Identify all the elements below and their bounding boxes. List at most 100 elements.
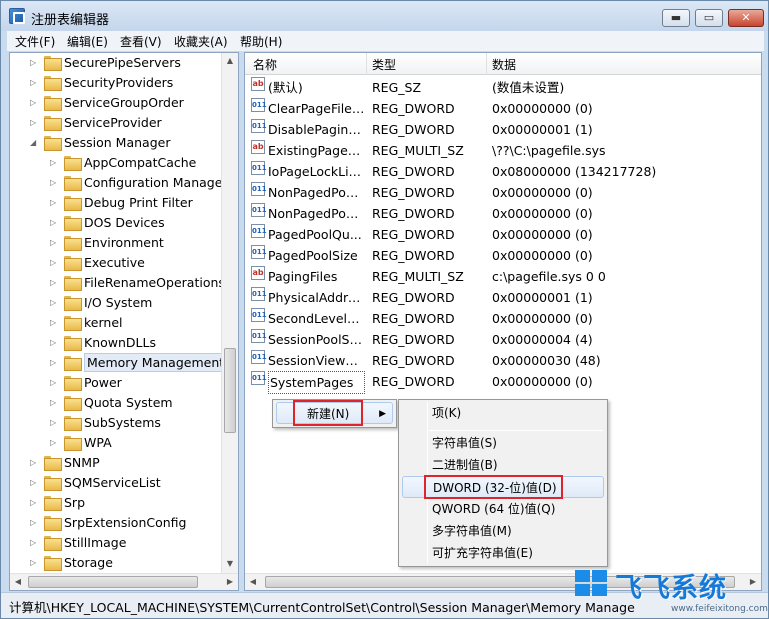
- expand-arrow-icon[interactable]: ▷: [50, 379, 57, 387]
- close-button[interactable]: ✕: [728, 9, 764, 27]
- value-row[interactable]: 011 SecondLevelD... REG_DWORD 0x00000000 (0…: [245, 308, 745, 329]
- tree-node[interactable]: ▷ SNMP: [10, 453, 220, 473]
- tree-node[interactable]: ▷ I/O System: [10, 293, 220, 313]
- expand-arrow-icon[interactable]: ▷: [50, 239, 57, 247]
- expand-arrow-icon[interactable]: ▷: [30, 99, 37, 107]
- expand-arrow-icon[interactable]: ▷: [50, 179, 57, 187]
- menu-item-multi-string-value[interactable]: 多字符串值(M): [402, 520, 604, 542]
- tree-node[interactable]: ▷ ServiceGroupOrder: [10, 93, 220, 113]
- collapse-arrow-icon[interactable]: ◢: [30, 139, 37, 147]
- tree-node[interactable]: ▷ DOS Devices: [10, 213, 220, 233]
- tree-node[interactable]: ▷ Quota System: [10, 393, 220, 413]
- value-row[interactable]: 011 DisablePaging... REG_DWORD 0x00000001 (…: [245, 119, 745, 140]
- tree-node[interactable]: ▷ Environment: [10, 233, 220, 253]
- value-row[interactable]: 011 PagedPoolSize REG_DWORD 0x00000000 (0): [245, 245, 745, 266]
- value-row[interactable]: 011 SessionPoolSize REG_DWORD 0x00000004 (4…: [245, 329, 745, 350]
- expand-arrow-icon[interactable]: ▷: [50, 279, 57, 287]
- value-row[interactable]: 011 NonPagedPoo... REG_DWORD 0x00000000 (0): [245, 203, 745, 224]
- value-name: PagingFiles: [268, 269, 338, 284]
- column-data-header[interactable]: 数据: [492, 56, 516, 73]
- minimize-button[interactable]: ▬: [662, 9, 690, 27]
- tree-node[interactable]: ▷ KnownDLLs: [10, 333, 220, 353]
- menu-item-new[interactable]: 新建(N) ▶: [276, 402, 393, 424]
- menu-item-string-value[interactable]: 字符串值(S): [402, 432, 604, 454]
- tree-node[interactable]: ▷ Executive: [10, 253, 220, 273]
- expand-arrow-icon[interactable]: ▷: [30, 459, 37, 467]
- value-row[interactable]: 011 SystemPages REG_DWORD 0x00000000 (0): [245, 371, 745, 394]
- column-name-header[interactable]: 名称: [253, 56, 277, 73]
- menu-help[interactable]: 帮助(H): [240, 33, 282, 50]
- scroll-down-arrow-icon[interactable]: ▼: [222, 556, 238, 572]
- expand-arrow-icon[interactable]: ▷: [30, 559, 37, 567]
- expand-arrow-icon[interactable]: ▷: [50, 339, 57, 347]
- expand-arrow-icon[interactable]: ▷: [50, 439, 57, 447]
- menu-item-key[interactable]: 项(K): [402, 402, 604, 424]
- tree-node[interactable]: ◢ Session Manager: [10, 133, 220, 153]
- scroll-right-arrow-icon[interactable]: ▶: [222, 574, 238, 590]
- tree-node[interactable]: ▷ Memory Management: [10, 353, 228, 373]
- expand-arrow-icon[interactable]: ▷: [50, 399, 57, 407]
- column-divider[interactable]: [366, 53, 367, 75]
- expand-arrow-icon[interactable]: ▷: [50, 159, 57, 167]
- scroll-left-arrow-icon[interactable]: ◀: [10, 574, 26, 590]
- value-row[interactable]: ab (默认) REG_SZ (数值未设置): [245, 77, 745, 98]
- expand-arrow-icon[interactable]: ▷: [30, 539, 37, 547]
- value-row[interactable]: 011 PagedPoolQu... REG_DWORD 0x00000000 (0): [245, 224, 745, 245]
- tree-node[interactable]: ▷ SubSystems: [10, 413, 220, 433]
- expand-arrow-icon[interactable]: ▷: [30, 79, 37, 87]
- menu-item-expandable-string-value[interactable]: 可扩充字符串值(E): [402, 542, 604, 564]
- scroll-up-arrow-icon[interactable]: ▲: [222, 53, 238, 69]
- tree-vertical-scrollbar[interactable]: ▲ ▼: [221, 53, 238, 573]
- registry-key-tree[interactable]: ▷ SecurePipeServers ▷ SecurityProviders ▷ Ser…: [9, 52, 239, 591]
- tree-node[interactable]: ▷ FileRenameOperations: [10, 273, 225, 293]
- maximize-button[interactable]: ▭: [695, 9, 723, 27]
- value-row[interactable]: 011 PhysicalAddres... REG_DWORD 0x00000001 …: [245, 287, 745, 308]
- tree-node[interactable]: ▷ ServiceProvider: [10, 113, 220, 133]
- tree-node[interactable]: ▷ Storage: [10, 553, 220, 573]
- tree-node[interactable]: ▷ Debug Print Filter: [10, 193, 220, 213]
- tree-scroll-thumb[interactable]: [224, 348, 236, 433]
- tree-node[interactable]: ▷ SecurePipeServers: [10, 53, 220, 73]
- menu-edit[interactable]: 编辑(E): [67, 33, 108, 50]
- expand-arrow-icon[interactable]: ▷: [50, 219, 57, 227]
- menu-view[interactable]: 查看(V): [120, 33, 162, 50]
- tree-node-label: SecurityProviders: [64, 75, 174, 90]
- expand-arrow-icon[interactable]: ▷: [50, 259, 57, 267]
- column-type-header[interactable]: 类型: [372, 56, 396, 73]
- expand-arrow-icon[interactable]: ▷: [30, 499, 37, 507]
- menu-favorites[interactable]: 收藏夹(A): [174, 33, 228, 50]
- expand-arrow-icon[interactable]: ▷: [30, 119, 37, 127]
- expand-arrow-icon[interactable]: ▷: [50, 199, 57, 207]
- tree-node[interactable]: ▷ Power: [10, 373, 220, 393]
- tree-node[interactable]: ▷ kernel: [10, 313, 220, 333]
- menu-item-qword-value[interactable]: QWORD (64 位)值(Q): [402, 498, 604, 520]
- scroll-left-arrow-icon[interactable]: ◀: [245, 574, 261, 590]
- column-divider[interactable]: [486, 53, 487, 75]
- expand-arrow-icon[interactable]: ▷: [50, 419, 57, 427]
- expand-arrow-icon[interactable]: ▷: [50, 319, 57, 327]
- tree-node[interactable]: ▷ Srp: [10, 493, 220, 513]
- expand-arrow-icon[interactable]: ▷: [30, 59, 37, 67]
- tree-node[interactable]: ▷ SecurityProviders: [10, 73, 220, 93]
- tree-node[interactable]: ▷ Configuration Manager: [10, 173, 228, 193]
- expand-arrow-icon[interactable]: ▷: [50, 359, 57, 367]
- tree-node[interactable]: ▷ WPA: [10, 433, 220, 453]
- tree-node[interactable]: ▷ SQMServiceList: [10, 473, 220, 493]
- tree-horizontal-scrollbar[interactable]: ◀ ▶: [10, 573, 238, 590]
- value-row[interactable]: 011 ClearPageFileA... REG_DWORD 0x00000000 …: [245, 98, 745, 119]
- menu-item-dword-value[interactable]: DWORD (32-位)值(D): [402, 476, 604, 498]
- tree-node[interactable]: ▷ AppCompatCache: [10, 153, 220, 173]
- value-row[interactable]: 011 NonPagedPoo... REG_DWORD 0x00000000 (0): [245, 182, 745, 203]
- value-row[interactable]: 011 SessionViewSize REG_DWORD 0x00000030 (4…: [245, 350, 745, 371]
- value-row[interactable]: 011 IoPageLockLimit REG_DWORD 0x08000000 (1…: [245, 161, 745, 182]
- menu-item-binary-value[interactable]: 二进制值(B): [402, 454, 604, 476]
- value-row[interactable]: ab ExistingPageFil... REG_MULTI_SZ \??\C:\p…: [245, 140, 745, 161]
- expand-arrow-icon[interactable]: ▷: [30, 519, 37, 527]
- expand-arrow-icon[interactable]: ▷: [30, 479, 37, 487]
- tree-node[interactable]: ▷ SrpExtensionConfig: [10, 513, 220, 533]
- menu-file[interactable]: 文件(F): [15, 33, 55, 50]
- tree-node[interactable]: ▷ StillImage: [10, 533, 220, 553]
- value-row[interactable]: ab PagingFiles REG_MULTI_SZ c:\pagefile.sys…: [245, 266, 745, 287]
- tree-hscroll-thumb[interactable]: [28, 576, 198, 588]
- expand-arrow-icon[interactable]: ▷: [50, 299, 57, 307]
